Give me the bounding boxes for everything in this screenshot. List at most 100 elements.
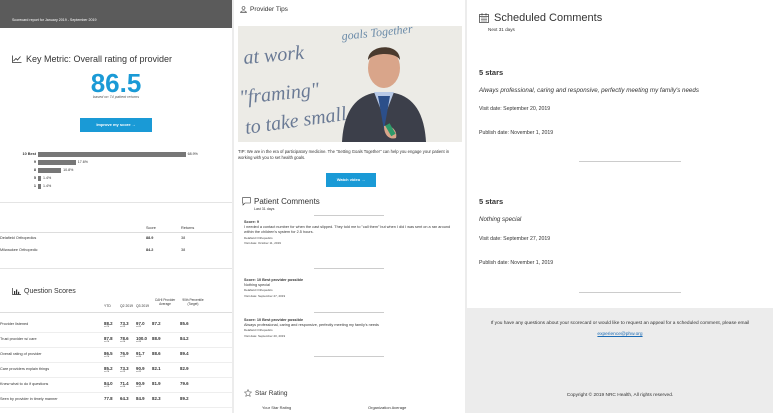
distribution-percent: 10.8% (63, 168, 74, 172)
comparison-row-returns: 38 (181, 248, 186, 252)
improve-score-button[interactable]: Improve my score → (80, 118, 152, 132)
comment-icon (242, 197, 251, 206)
question-scores-header: Q3 2019 (136, 304, 150, 308)
question-scores-header: 90th Percentile (Target) (182, 298, 204, 306)
scheduled-comments-heading: Scheduled Comments (479, 12, 602, 24)
question-row-label: Provider listened (0, 322, 29, 326)
patient-comments-subtitle: Last 31 days (254, 207, 275, 211)
question-score-cell: 84.2 (180, 336, 189, 341)
question-score-n: n=14 (120, 386, 126, 388)
question-score-n: n=33 (136, 386, 142, 388)
provider-tips-title: Provider Tips (250, 6, 288, 13)
question-score-value: 87.2 (152, 321, 161, 326)
question-score-value: 64.3 (120, 396, 129, 401)
comment-score: Score: 10 Best provider possible (244, 318, 304, 322)
comment-text: Always professional, caring and responsi… (244, 323, 379, 328)
comparison-row-returns: 38 (181, 236, 186, 240)
divider (579, 292, 681, 293)
question-score-n: n=15 (120, 326, 126, 328)
scorecard-column: Scorecard report for January 2019 - Sept… (0, 0, 232, 413)
scheduled-visit-date: Visit date: September 27, 2019 (479, 236, 551, 242)
question-score-value: 89.4 (180, 351, 189, 356)
question-score-cell: 87.8 n=74 (104, 336, 113, 343)
question-score-cell: 86.5 n=74 (104, 351, 113, 358)
comment-visit-date: Visit date: September 27, 2019 (244, 293, 286, 298)
question-score-value: 84.9 (136, 396, 145, 401)
star-rating-title: Star Rating (255, 389, 288, 397)
question-score-n: n=13 (120, 356, 126, 358)
question-score-value: 81.9 (152, 381, 161, 386)
question-score-cell: 73.3 n=15 (120, 321, 129, 328)
question-score-cell: 85.6 (180, 321, 189, 326)
comment-visit-date: Visit date: September 20, 2019 (244, 333, 286, 338)
question-score-cell: 89.4 (180, 351, 189, 356)
comment-location: Delafield Orthopedics (244, 235, 273, 240)
question-row-label: Care providers explain things (0, 367, 50, 371)
question-score-cell: 73.3 n=15 (120, 366, 129, 373)
copyright-text: Copyright © 2019 NRC Health, All rights … (566, 393, 674, 398)
question-scores-header: Q2 2019 (120, 304, 134, 308)
scheduled-stars: 5 stars (479, 197, 504, 206)
comment-visit-date: Visit date: October 11, 2019 (244, 240, 281, 245)
comparison-row-name: Delafield Orthopedics (0, 236, 37, 240)
line-chart-icon (12, 55, 22, 63)
calendar-icon (479, 13, 489, 23)
question-scores-header: YTD (104, 304, 111, 308)
tip-video[interactable]: goals Together at work "framing" to take… (238, 26, 462, 142)
question-row-label: Seen by provider in timely manner (0, 397, 58, 401)
comment-item: Score: 10 Best provider possible Always … (244, 318, 459, 339)
question-score-value: 79.6 (180, 381, 189, 386)
question-score-cell: 82.3 (152, 396, 161, 401)
question-score-n: n=15 (120, 371, 126, 373)
scheduled-quote: Always professional, caring and responsi… (479, 87, 699, 94)
divider (0, 268, 232, 269)
question-scores-header: CAHI Provider Average (154, 298, 176, 306)
question-row-label: Overall rating of provider (0, 352, 42, 356)
distribution-percent: 1.4% (43, 176, 52, 180)
question-score-cell: 76.9 n=13 (120, 351, 129, 358)
contact-email-link[interactable]: experience@phw.org (597, 332, 642, 337)
patient-comments-heading: Patient Comments (242, 197, 320, 206)
bar-chart-icon (12, 288, 21, 295)
star-rating-heading: Star Rating (244, 389, 288, 397)
question-score-value: 84.2 (180, 336, 189, 341)
comparison-row-score: 88.9 (146, 236, 154, 240)
video-thumbnail: goals Together at work "framing" to take… (238, 26, 462, 142)
scheduled-comments-subtitle: Next 31 days (488, 27, 515, 32)
question-row-label: Trust provider w/ care (0, 337, 37, 341)
question-score-cell: 100.0 n=36 (136, 336, 147, 343)
question-score-cell: 81.9 (152, 381, 161, 386)
question-score-n: n=74 (104, 356, 110, 358)
watch-video-button[interactable]: Watch video → (326, 173, 376, 187)
scheduled-comments-card: Scheduled Comments Next 31 days 5 stars … (467, 0, 773, 308)
distribution-bar (38, 167, 62, 173)
distribution-percent: 68.9% (187, 152, 198, 156)
question-score-cell: 78.6 n=14 (120, 336, 129, 343)
divider (314, 215, 384, 216)
comment-location: Delafield Orthopedics (244, 328, 273, 333)
question-score-n: n=36 (136, 356, 142, 358)
comparison-row-name: Milwaukee Orthopedic (0, 248, 38, 252)
comment-score: Score: 10 Best provider possible (244, 278, 304, 282)
question-score-n: n=14 (120, 341, 126, 343)
distribution-label: 9 (33, 160, 36, 164)
comparison-header-returns: Returns (181, 226, 195, 230)
question-score-n: n=75 (104, 386, 110, 388)
your-star-rating-label: Your Star Rating (262, 405, 292, 410)
scheduled-column: Scheduled Comments Next 31 days 5 stars … (467, 0, 773, 413)
distribution-bar (38, 159, 76, 165)
question-score-value: 85.6 (180, 321, 189, 326)
comment-item: Score: 9 I needed a contact number for w… (244, 220, 459, 246)
question-score-n: n=76 (104, 326, 110, 328)
question-score-n: n=33 (136, 371, 142, 373)
key-metric-title: Key Metric: Overall rating of provider (26, 54, 173, 64)
report-period-header: Scorecard report for January 2019 - Sept… (0, 0, 232, 28)
question-score-cell: 71.4 n=14 (120, 381, 129, 388)
footer-question-text: If you have any questions about your sco… (490, 321, 750, 326)
question-score-cell: 97.0 n=33 (136, 321, 145, 328)
question-score-cell: 84.0 n=75 (104, 381, 113, 388)
question-score-cell: 87.2 (152, 321, 161, 326)
comment-text: Nothing special (244, 283, 270, 288)
question-score-cell: 90.9 n=33 (136, 381, 145, 388)
question-score-cell: 88.9 (152, 336, 161, 341)
